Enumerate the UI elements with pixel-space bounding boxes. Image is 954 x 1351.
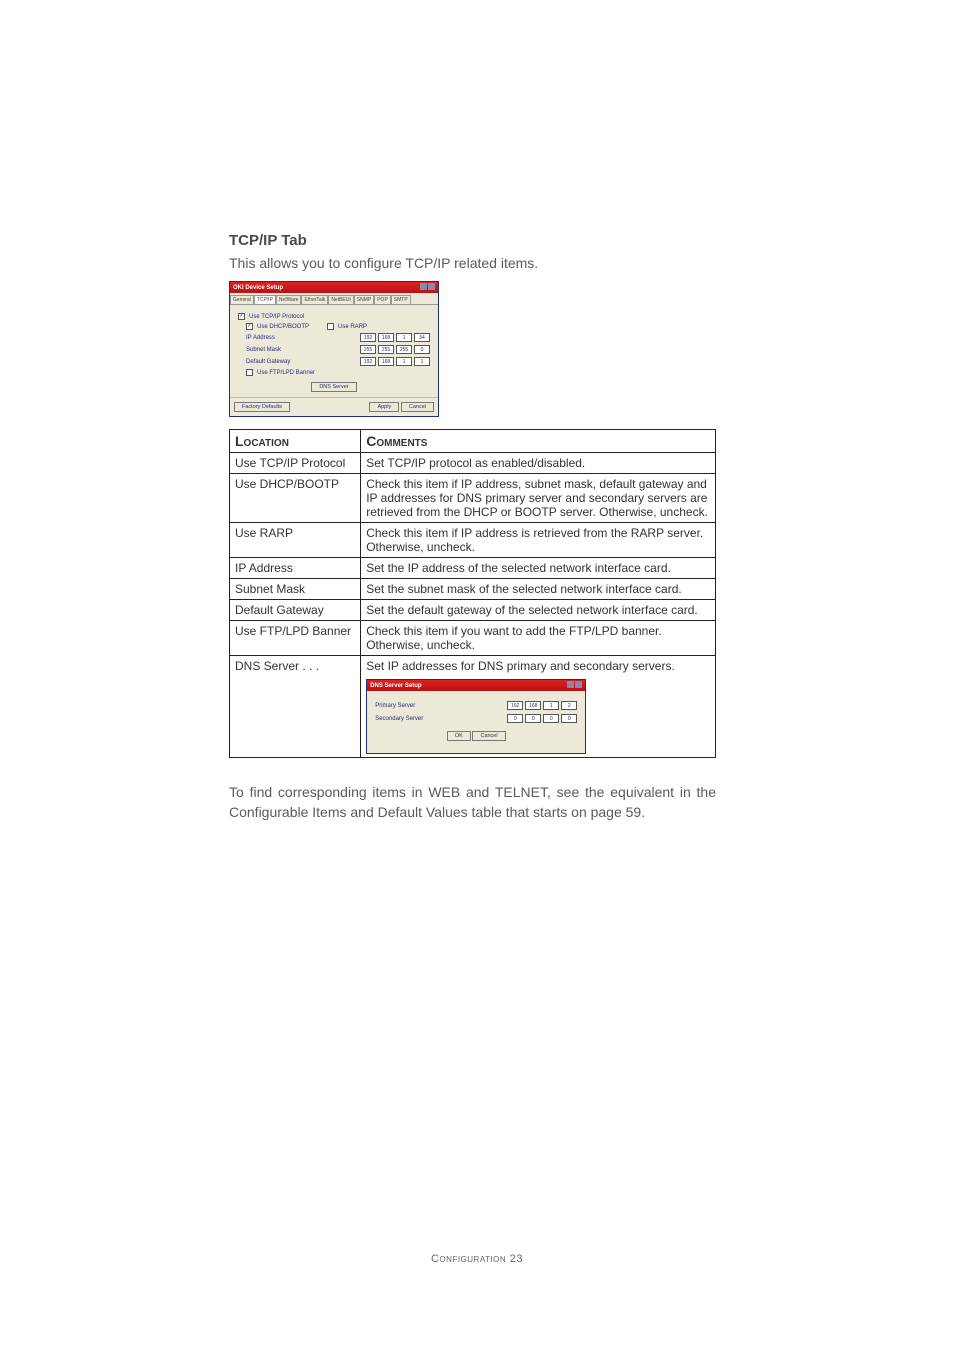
- td-location: Default Gateway: [230, 600, 361, 621]
- td-comments: Check this item if IP address is retriev…: [361, 523, 716, 558]
- ftp-lpd-checkbox[interactable]: [246, 369, 253, 376]
- td-comments: Set the IP address of the selected netwo…: [361, 558, 716, 579]
- ip-octet[interactable]: 1: [396, 333, 412, 342]
- dns-primary-octet[interactable]: 1: [543, 701, 559, 710]
- td-comments: Set TCP/IP protocol as enabled/disabled.: [361, 453, 716, 474]
- th-location: Location: [230, 430, 361, 453]
- subnet-octet[interactable]: 0: [414, 345, 430, 354]
- dns-secondary-octet[interactable]: 0: [525, 714, 541, 723]
- gateway-octet[interactable]: 1: [414, 357, 430, 366]
- close-icon[interactable]: [575, 681, 582, 688]
- subnet-octet[interactable]: 255: [360, 345, 376, 354]
- td-location: Use FTP/LPD Banner: [230, 621, 361, 656]
- td-location: Subnet Mask: [230, 579, 361, 600]
- tab-ethertalk[interactable]: EtherTalk: [301, 295, 328, 304]
- table-row: Use FTP/LPD BannerCheck this item if you…: [230, 621, 716, 656]
- th-comments: Comments: [361, 430, 716, 453]
- help-icon[interactable]: [420, 283, 427, 290]
- apply-button[interactable]: Apply: [369, 402, 399, 412]
- table-row: Subnet MaskSet the subnet mask of the se…: [230, 579, 716, 600]
- use-tcpip-checkbox[interactable]: [238, 313, 245, 320]
- dns-primary-octet[interactable]: 168: [525, 701, 541, 710]
- tab-snmp[interactable]: SNMP: [354, 295, 374, 304]
- dns-server-button[interactable]: DNS Server: [311, 382, 356, 392]
- dns-secondary-octet[interactable]: 0: [561, 714, 577, 723]
- td-location: IP Address: [230, 558, 361, 579]
- gateway-octet[interactable]: 1: [396, 357, 412, 366]
- ip-octet[interactable]: 34: [414, 333, 430, 342]
- subnet-label: Subnet Mask: [246, 347, 301, 353]
- dns-dialog-titlebar: DNS Server Setup: [367, 680, 585, 691]
- dns-primary-octet[interactable]: 192: [507, 701, 523, 710]
- dialog-tabs: GeneralTCP/IPNetWareEtherTalkNetBEUISNMP…: [230, 293, 438, 305]
- intro-text: This allows you to configure TCP/IP rela…: [229, 255, 716, 271]
- cancel-button[interactable]: Cancel: [401, 402, 434, 412]
- tab-netware[interactable]: NetWare: [276, 295, 302, 304]
- table-row: Use TCP/IP ProtocolSet TCP/IP protocol a…: [230, 453, 716, 474]
- dns-primary-octet[interactable]: 2: [561, 701, 577, 710]
- table-row: Default GatewaySet the default gateway o…: [230, 600, 716, 621]
- dns-dialog: DNS Server Setup Primary Server 19216812 Se…: [366, 679, 586, 754]
- dns-primary-label: Primary Server: [375, 703, 445, 709]
- ip-octet[interactable]: 192: [360, 333, 376, 342]
- subnet-octet[interactable]: 255: [396, 345, 412, 354]
- dialog-title: OKI Device Setup: [233, 285, 283, 291]
- table-row: IP AddressSet the IP address of the sele…: [230, 558, 716, 579]
- gateway-octet[interactable]: 192: [360, 357, 376, 366]
- td-comments: Set IP addresses for DNS primary and sec…: [361, 656, 716, 758]
- ip-octet[interactable]: 168: [378, 333, 394, 342]
- tab-smtp[interactable]: SMTP: [391, 295, 411, 304]
- section-title: TCP/IP Tab: [229, 232, 716, 249]
- td-location: DNS Server . . .: [230, 656, 361, 758]
- td-comments: Set the default gateway of the selected …: [361, 600, 716, 621]
- dns-secondary-octet[interactable]: 0: [543, 714, 559, 723]
- tab-tcp-ip[interactable]: TCP/IP: [254, 295, 276, 304]
- td-location: Use DHCP/BOOTP: [230, 474, 361, 523]
- page-footer: Configuration 23: [0, 1253, 954, 1265]
- comments-table: Location Comments Use TCP/IP ProtocolSet…: [229, 429, 716, 758]
- subnet-octet[interactable]: 255: [378, 345, 394, 354]
- dns-cancel-button[interactable]: Cancel: [472, 731, 505, 741]
- td-location: Use RARP: [230, 523, 361, 558]
- tcpip-dialog: OKI Device Setup GeneralTCP/IPNetWareEth…: [229, 281, 439, 417]
- tab-general[interactable]: General: [230, 295, 254, 304]
- window-buttons: [566, 681, 582, 690]
- window-buttons: [419, 283, 435, 292]
- td-comments: Set the subnet mask of the selected netw…: [361, 579, 716, 600]
- dns-ok-button[interactable]: OK: [447, 731, 471, 741]
- use-dhcp-checkbox[interactable]: [246, 323, 253, 330]
- table-row: DNS Server . . .Set IP addresses for DNS…: [230, 656, 716, 758]
- tab-pop[interactable]: POP: [374, 295, 391, 304]
- td-comments: Check this item if IP address, subnet ma…: [361, 474, 716, 523]
- use-tcpip-label: Use TCP/IP Protocol: [249, 314, 304, 320]
- dns-secondary-octet[interactable]: 0: [507, 714, 523, 723]
- factory-defaults-button[interactable]: Factory Defaults: [234, 402, 290, 412]
- use-dhcp-label: Use DHCP/BOOTP: [257, 324, 309, 330]
- dialog-titlebar: OKI Device Setup: [230, 282, 438, 293]
- use-rarp-label: Use RARP: [338, 324, 367, 330]
- closing-paragraph: To find corresponding items in WEB and T…: [229, 782, 716, 823]
- ftp-lpd-label: Use FTP/LPD Banner: [257, 370, 315, 376]
- dns-secondary-label: Secondary Server: [375, 716, 445, 722]
- td-location: Use TCP/IP Protocol: [230, 453, 361, 474]
- help-icon[interactable]: [567, 681, 574, 688]
- table-row: Use RARPCheck this item if IP address is…: [230, 523, 716, 558]
- tab-netbeui[interactable]: NetBEUI: [328, 295, 353, 304]
- dns-dialog-title: DNS Server Setup: [370, 683, 421, 689]
- table-row: Use DHCP/BOOTPCheck this item if IP addr…: [230, 474, 716, 523]
- td-comments: Check this item if you want to add the F…: [361, 621, 716, 656]
- gateway-octet[interactable]: 168: [378, 357, 394, 366]
- gateway-label: Default Gateway: [246, 359, 301, 365]
- use-rarp-checkbox[interactable]: [327, 323, 334, 330]
- ip-address-label: IP Address: [246, 335, 301, 341]
- close-icon[interactable]: [428, 283, 435, 290]
